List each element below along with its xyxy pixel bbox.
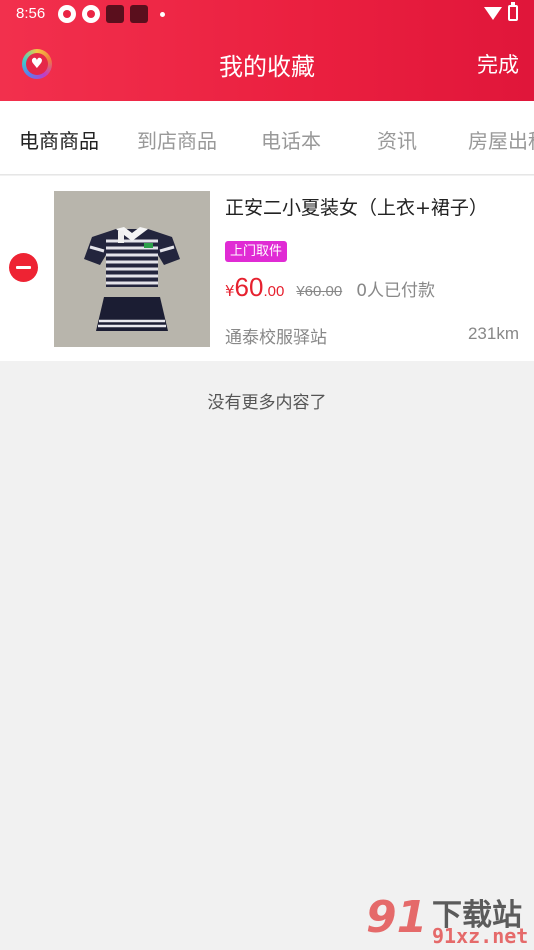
tab-news[interactable]: 资讯 <box>377 125 417 154</box>
minus-icon <box>16 266 31 269</box>
price-decimal: .00 <box>263 283 285 300</box>
app-notification-icon <box>130 5 148 23</box>
shop-name: 通泰校服驿站 <box>225 328 327 348</box>
category-tabs: 电商商品 到店商品 电话本 资讯 房屋出租 <box>0 101 534 175</box>
distance: 231km <box>467 324 519 343</box>
status-notification-icons <box>58 5 165 23</box>
watermark-logo: 91 下载站 91xz.net <box>362 888 534 950</box>
tab-ecommerce[interactable]: 电商商品 <box>19 125 99 154</box>
school-uniform-image <box>54 191 210 347</box>
product-image[interactable] <box>54 191 210 347</box>
price-integer: 60 <box>234 272 264 302</box>
done-button[interactable]: 完成 <box>477 49 519 79</box>
tab-rental[interactable]: 房屋出租 <box>468 125 534 154</box>
more-notifications-icon <box>160 11 165 17</box>
paid-count: 0人已付款 <box>356 281 436 301</box>
wifi-icon <box>484 6 502 20</box>
tab-in-store[interactable]: 到店商品 <box>137 125 217 154</box>
tab-phonebook[interactable]: 电话本 <box>261 125 321 154</box>
app-notification-icon <box>58 5 76 23</box>
status-time: 8:56 <box>16 5 46 22</box>
app-notification-icon <box>106 5 124 23</box>
app-notification-icon <box>82 5 100 23</box>
status-system-icons <box>484 2 518 21</box>
favorite-item[interactable]: 正安二小夏装女（上衣+裙子） 上门取件 ¥ 60 .00 ¥60.00 0人已付… <box>0 176 534 361</box>
remove-button[interactable] <box>9 253 38 282</box>
title-bar: ♥ 我的收藏 完成 <box>0 28 534 101</box>
status-bar: 8:56 <box>0 0 534 28</box>
watermark-number: 91 <box>366 892 428 943</box>
product-name[interactable]: 正安二小夏装女（上衣+裙子） <box>225 193 488 220</box>
header: 8:56 ♥ 我的收藏 完成 <box>0 0 534 101</box>
page-title: 我的收藏 <box>219 53 315 81</box>
no-more-content: 没有更多内容了 <box>207 393 327 413</box>
watermark-url: 91xz.net <box>432 924 529 948</box>
original-price: ¥60.00 <box>296 283 343 300</box>
price-row: ¥ 60 .00 ¥60.00 0人已付款 <box>225 272 435 306</box>
pickup-tag: 上门取件 <box>225 241 288 262</box>
battery-icon <box>508 2 518 21</box>
price-currency: ¥ <box>225 282 235 300</box>
